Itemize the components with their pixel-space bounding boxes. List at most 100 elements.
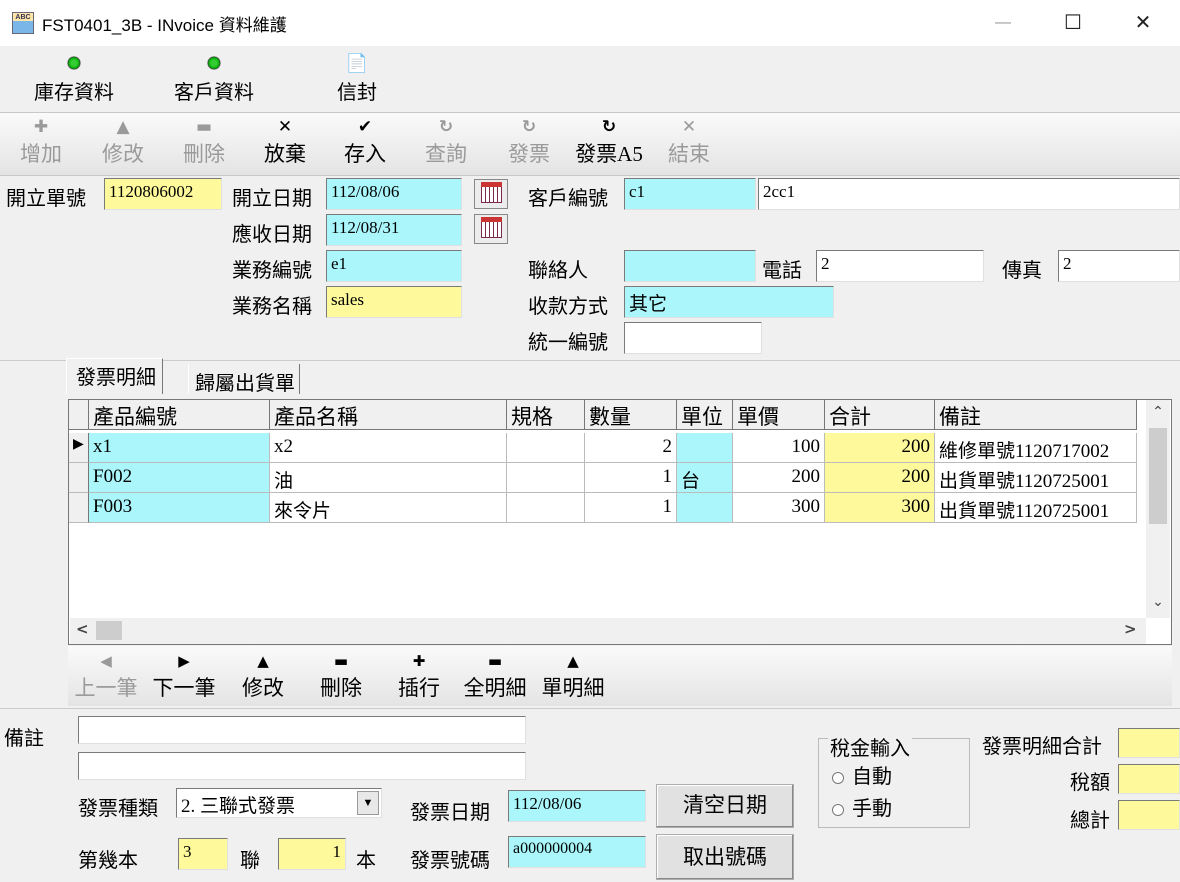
horizontal-scrollbar[interactable]: < >: [70, 618, 1146, 644]
column-header[interactable]: 單價: [733, 400, 825, 430]
edit-button[interactable]: ▲ 修改: [94, 117, 152, 168]
tax-id-field[interactable]: [624, 322, 762, 354]
copy-field[interactable]: 1: [278, 838, 346, 870]
customer-no-field[interactable]: c1: [624, 178, 756, 210]
table-cell[interactable]: 2: [585, 433, 677, 463]
grand-total-field[interactable]: [1118, 800, 1180, 830]
invoice-type-select[interactable]: 2. 三聯式發票 ▼: [176, 788, 382, 818]
delete-button[interactable]: ▬ 刪除: [175, 117, 233, 168]
scroll-right-icon[interactable]: >: [1124, 620, 1137, 638]
clear-date-button[interactable]: 清空日期: [656, 784, 794, 828]
detail-total-field[interactable]: [1118, 728, 1180, 758]
all-details-button[interactable]: ▬ 全明細: [462, 652, 528, 702]
scroll-thumb[interactable]: [96, 621, 122, 640]
add-button[interactable]: ✚ 增加: [12, 117, 70, 168]
table-cell[interactable]: 維修單號1120717002: [935, 433, 1137, 463]
column-header[interactable]: 備註: [935, 400, 1137, 430]
table-cell[interactable]: x2: [270, 433, 507, 463]
next-record-button[interactable]: ▶ 下一筆: [150, 652, 218, 702]
table-cell[interactable]: [507, 433, 585, 463]
payment-method-field[interactable]: 其它: [624, 286, 834, 318]
column-header[interactable]: 產品名稱: [270, 400, 507, 430]
tab-invoice-detail[interactable]: 發票明細: [66, 358, 163, 394]
scroll-up-icon[interactable]: ⌃: [1146, 404, 1170, 420]
payment-method-label: 收款方式: [528, 296, 608, 318]
table-cell[interactable]: 200: [733, 463, 825, 493]
exit-button[interactable]: ✕ 結束: [660, 117, 718, 168]
row-indicator[interactable]: [69, 463, 89, 493]
sales-name-field[interactable]: sales: [326, 286, 462, 318]
triangle-right-icon: ▶: [178, 652, 190, 670]
maximize-button[interactable]: ☐: [1050, 0, 1096, 46]
calendar-icon[interactable]: [474, 214, 508, 244]
previous-record-button[interactable]: ◀ 上一筆: [70, 652, 142, 702]
column-header[interactable]: 單位: [677, 400, 733, 430]
table-cell[interactable]: 200: [825, 463, 935, 493]
discard-button[interactable]: ✕ 放棄: [256, 117, 314, 168]
order-no-field[interactable]: 1120806002: [104, 178, 222, 210]
calendar-icon[interactable]: [474, 179, 508, 209]
open-date-field[interactable]: 112/08/06: [326, 178, 462, 210]
invoice-button[interactable]: ↻ 發票: [500, 117, 558, 168]
tab-shipment[interactable]: 歸屬出貨單: [188, 364, 300, 395]
table-cell[interactable]: 300: [733, 493, 825, 523]
tax-manual-radio[interactable]: 手動: [832, 792, 892, 821]
table-cell[interactable]: 1: [585, 463, 677, 493]
delete-detail-button[interactable]: ▬ 刪除: [314, 652, 368, 702]
insert-row-button[interactable]: ✚ 插行: [392, 652, 446, 702]
table-cell[interactable]: [507, 493, 585, 523]
edit-detail-button[interactable]: ▲ 修改: [236, 652, 290, 702]
table-cell[interactable]: 來令片: [270, 493, 507, 523]
table-cell[interactable]: 100: [733, 433, 825, 463]
vertical-scrollbar[interactable]: ⌃ ⌄: [1146, 400, 1170, 618]
invoice-no-field[interactable]: a000000004: [508, 836, 646, 868]
customer-name-field[interactable]: 2cc1: [758, 178, 1180, 210]
envelope-button[interactable]: 📄 信封: [322, 50, 392, 110]
table-cell[interactable]: F002: [89, 463, 270, 493]
remark-field-1[interactable]: [78, 716, 526, 744]
triangle-up-icon: ▲: [116, 117, 130, 137]
table-cell[interactable]: 台: [677, 463, 733, 493]
table-cell[interactable]: F003: [89, 493, 270, 523]
get-number-button[interactable]: 取出號碼: [656, 834, 794, 880]
table-cell[interactable]: [677, 433, 733, 463]
current-row-marker[interactable]: ▶: [69, 433, 89, 463]
scroll-left-icon[interactable]: <: [76, 620, 89, 638]
table-cell[interactable]: [507, 463, 585, 493]
due-date-field[interactable]: 112/08/31: [326, 214, 462, 246]
customer-data-button[interactable]: 客戶資料: [164, 50, 264, 110]
inventory-data-button[interactable]: 庫存資料: [24, 50, 124, 110]
tax-amount-field[interactable]: [1118, 764, 1180, 794]
column-header[interactable]: 規格: [507, 400, 585, 430]
fax-field[interactable]: 2: [1058, 250, 1180, 282]
table-cell[interactable]: 出貨單號1120725001: [935, 463, 1137, 493]
row-indicator[interactable]: [69, 493, 89, 523]
column-header[interactable]: 產品編號: [89, 400, 270, 430]
table-cell[interactable]: 油: [270, 463, 507, 493]
scroll-down-icon[interactable]: ⌄: [1146, 594, 1170, 610]
scroll-thumb[interactable]: [1149, 428, 1167, 524]
column-header[interactable]: 合計: [825, 400, 935, 430]
sales-no-field[interactable]: e1: [326, 250, 462, 282]
minimize-button[interactable]: —: [980, 0, 1026, 46]
close-button[interactable]: ✕: [1120, 0, 1166, 46]
invoice-a5-button[interactable]: ↻ 發票A5: [570, 117, 648, 168]
table-cell[interactable]: 1: [585, 493, 677, 523]
save-button[interactable]: ✔ 存入: [336, 117, 394, 168]
invoice-date-field[interactable]: 112/08/06: [508, 790, 646, 822]
table-cell[interactable]: x1: [89, 433, 270, 463]
contact-field[interactable]: [624, 250, 756, 282]
phone-field[interactable]: 2: [816, 250, 984, 282]
column-header[interactable]: 數量: [585, 400, 677, 430]
table-cell[interactable]: [677, 493, 733, 523]
book-field[interactable]: 3: [178, 838, 228, 870]
single-detail-button[interactable]: ▲ 單明細: [540, 652, 606, 702]
table-cell[interactable]: 300: [825, 493, 935, 523]
contact-label: 聯絡人: [528, 260, 588, 282]
remark-field-2[interactable]: [78, 752, 526, 780]
table-cell[interactable]: 出貨單號1120725001: [935, 493, 1137, 523]
tax-auto-radio[interactable]: 自動: [832, 760, 892, 789]
chevron-down-icon[interactable]: ▼: [357, 791, 379, 815]
query-button[interactable]: ↻ 查詢: [417, 117, 475, 168]
table-cell[interactable]: 200: [825, 433, 935, 463]
